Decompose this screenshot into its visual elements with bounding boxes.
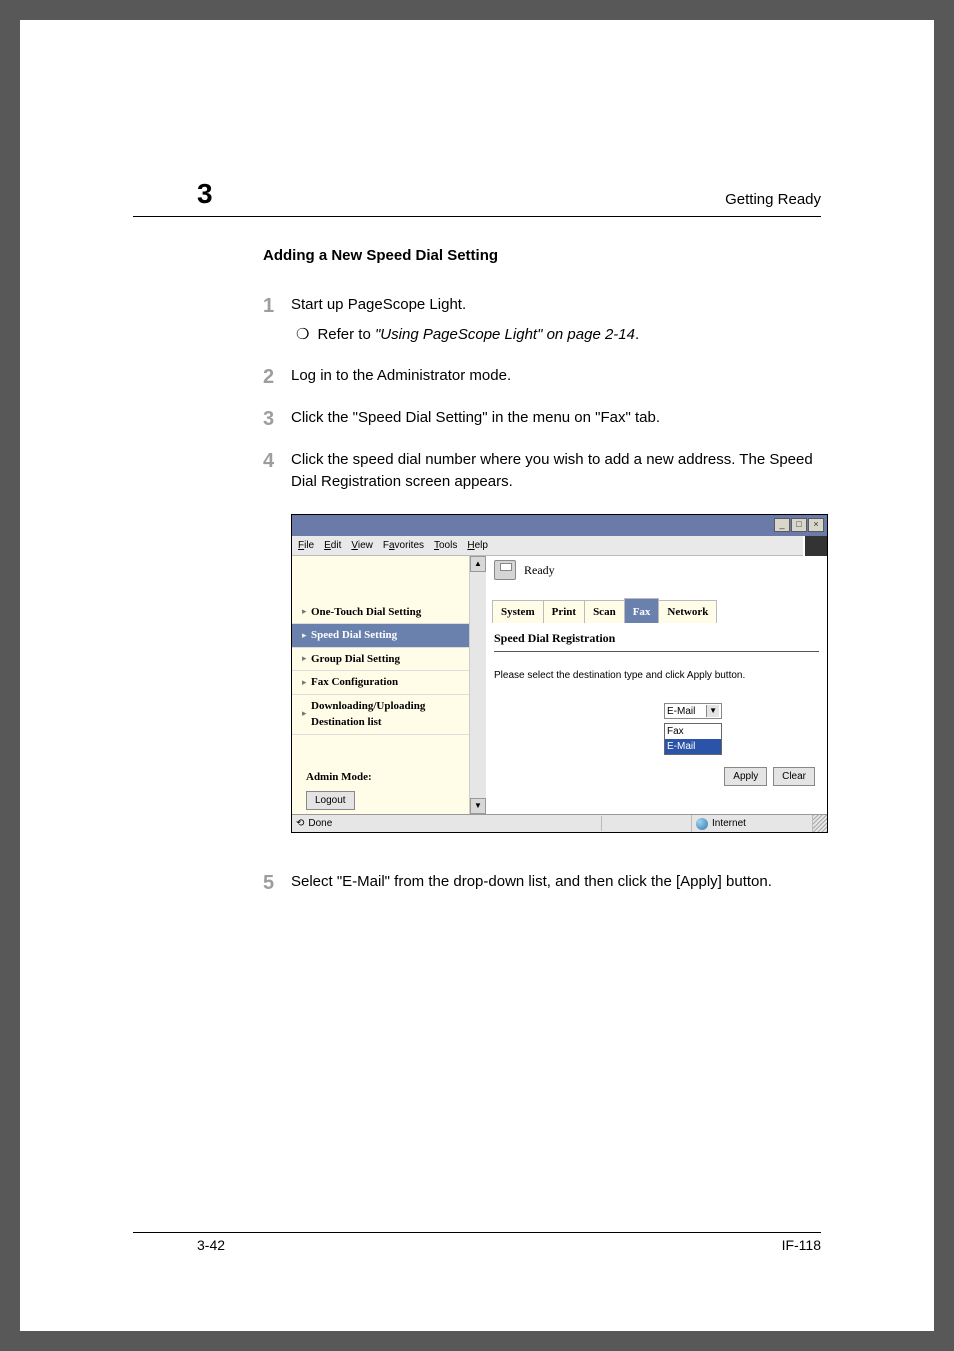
page-header: 3 Getting Ready [133, 178, 821, 212]
panel-title: Speed Dial Registration [494, 629, 819, 652]
chevron-down-icon: ▼ [706, 705, 719, 717]
sub-suffix: . [635, 326, 639, 343]
clear-button[interactable]: Clear [773, 767, 815, 786]
browser-body: ▸ One-Touch Dial Setting ▸ Speed Dial Se… [292, 556, 827, 815]
option-email[interactable]: E-Mail [665, 739, 721, 754]
browser-statusbar: ⟲ Done Internet [292, 814, 827, 832]
status-left: ⟲ Done [292, 816, 602, 831]
menu-edit[interactable]: Edit [324, 538, 341, 553]
content-area: Adding a New Speed Dial Setting 1 Start … [263, 245, 821, 895]
step-number: 4 [263, 449, 291, 494]
sidebar-item-fax-config[interactable]: ▸ Fax Configuration [292, 671, 469, 695]
dropdown-value: E-Mail [667, 704, 695, 719]
status-text: Ready [524, 561, 555, 579]
tab-fax[interactable]: Fax [624, 598, 660, 624]
step-2: 2 Log in to the Administrator mode. [263, 365, 821, 389]
destination-type-options[interactable]: Fax E-Mail [664, 723, 722, 755]
printer-icon [494, 560, 516, 580]
footer-rule [133, 1232, 821, 1233]
window-titlebar: _ □ × [292, 515, 827, 536]
step-number: 3 [263, 407, 291, 431]
zone-text: Internet [712, 816, 746, 831]
tab-scan[interactable]: Scan [584, 600, 625, 624]
menu-tools[interactable]: Tools [434, 538, 457, 553]
status-zone: Internet [692, 816, 812, 831]
destination-type-dropdown[interactable]: E-Mail ▼ [664, 703, 722, 719]
header-rule [133, 216, 821, 217]
bullet-icon: ❍ [296, 324, 309, 347]
tab-network[interactable]: Network [658, 600, 717, 624]
browser-throbber-icon [805, 536, 827, 556]
section-heading: Adding a New Speed Dial Setting [263, 245, 821, 268]
close-button[interactable]: × [808, 518, 824, 532]
footer-doc-id: IF-118 [782, 1237, 821, 1253]
resize-grip-icon[interactable] [812, 815, 827, 832]
sidebar: ▸ One-Touch Dial Setting ▸ Speed Dial Se… [292, 556, 470, 815]
tab-bar: System Print Scan Fax Network [486, 598, 827, 624]
step-text: Log in to the Administrator mode. [291, 365, 821, 389]
arrow-icon: ▸ [302, 707, 311, 721]
sidebar-item-group-dial[interactable]: ▸ Group Dial Setting [292, 648, 469, 672]
step-4: 4 Click the speed dial number where you … [263, 449, 821, 494]
option-fax[interactable]: Fax [665, 724, 721, 739]
tab-system[interactable]: System [492, 600, 544, 624]
sidebar-label: Speed Dial Setting [311, 627, 397, 644]
step-text: Click the "Speed Dial Setting" in the me… [291, 407, 821, 431]
status-mid [602, 815, 692, 832]
sidebar-label: Fax Configuration [311, 674, 398, 691]
sidebar-item-speed-dial[interactable]: ▸ Speed Dial Setting [292, 624, 469, 648]
page-footer: 3-42 IF-118 [133, 1224, 821, 1253]
menu-help[interactable]: Help [467, 538, 488, 553]
sub-italic-ref: "Using PageScope Light" on page 2-14 [375, 326, 635, 343]
step-1: 1 Start up PageScope Light. ❍ Refer to "… [263, 294, 821, 347]
arrow-icon: ▸ [302, 676, 311, 690]
scroll-down-icon[interactable]: ▼ [470, 798, 486, 814]
status-done-text: Done [308, 816, 332, 831]
menu-file[interactable]: File [298, 538, 314, 553]
step-text: Start up PageScope Light. ❍ Refer to "Us… [291, 294, 821, 347]
step-text: Click the speed dial number where you wi… [291, 449, 821, 494]
sidebar-item-one-touch[interactable]: ▸ One-Touch Dial Setting [292, 601, 469, 625]
logout-button[interactable]: Logout [306, 791, 355, 810]
embedded-screenshot: _ □ × File Edit View Favorites Tools Hel… [291, 514, 828, 834]
panel-body: Speed Dial Registration Please select th… [486, 623, 827, 796]
substep: ❍ Refer to "Using PageScope Light" on pa… [296, 324, 821, 347]
step-number: 1 [263, 294, 291, 347]
tab-print[interactable]: Print [543, 600, 585, 624]
browser-menubar: File Edit View Favorites Tools Help [292, 536, 803, 556]
substep-text: Refer to "Using PageScope Light" on page… [317, 324, 639, 347]
step-1-text: Start up PageScope Light. [291, 296, 466, 313]
arrow-icon: ▸ [302, 629, 311, 643]
apply-button[interactable]: Apply [724, 767, 767, 786]
arrow-icon: ▸ [302, 652, 311, 666]
minimize-button[interactable]: _ [774, 518, 790, 532]
footer-page-number: 3-42 [197, 1237, 225, 1253]
admin-mode-label: Admin Mode: [306, 769, 469, 786]
panel-instruction: Please select the destination type and c… [494, 668, 819, 683]
globe-icon [696, 818, 708, 830]
menu-view[interactable]: View [351, 538, 373, 553]
main-panel: Ready System Print Scan Fax Network Spee… [486, 556, 827, 815]
step-number: 5 [263, 871, 291, 895]
panel-button-row: Apply Clear [494, 767, 819, 786]
menu-favorites[interactable]: Favorites [383, 538, 424, 553]
sidebar-label: Group Dial Setting [311, 651, 400, 668]
document-page: 3 Getting Ready Adding a New Speed Dial … [20, 20, 934, 1331]
printer-status: Ready [486, 556, 827, 584]
sidebar-label: Downloading/Uploading Destination list [311, 698, 425, 731]
sub-prefix: Refer to [317, 326, 375, 343]
header-title: Getting Ready [725, 191, 821, 212]
sidebar-item-download-upload[interactable]: ▸ Downloading/Uploading Destination list [292, 695, 469, 735]
step-5: 5 Select "E-Mail" from the drop-down lis… [263, 871, 821, 895]
arrow-icon: ▸ [302, 605, 311, 619]
sidebar-label: One-Touch Dial Setting [311, 604, 421, 621]
step-3: 3 Click the "Speed Dial Setting" in the … [263, 407, 821, 431]
maximize-button[interactable]: □ [791, 518, 807, 532]
step-number: 2 [263, 365, 291, 389]
done-icon: ⟲ [296, 816, 304, 831]
scroll-up-icon[interactable]: ▲ [470, 556, 486, 572]
sidebar-scrollbar[interactable]: ▲ ▼ [470, 556, 486, 815]
step-text: Select "E-Mail" from the drop-down list,… [291, 871, 821, 895]
chapter-number: 3 [197, 178, 213, 212]
